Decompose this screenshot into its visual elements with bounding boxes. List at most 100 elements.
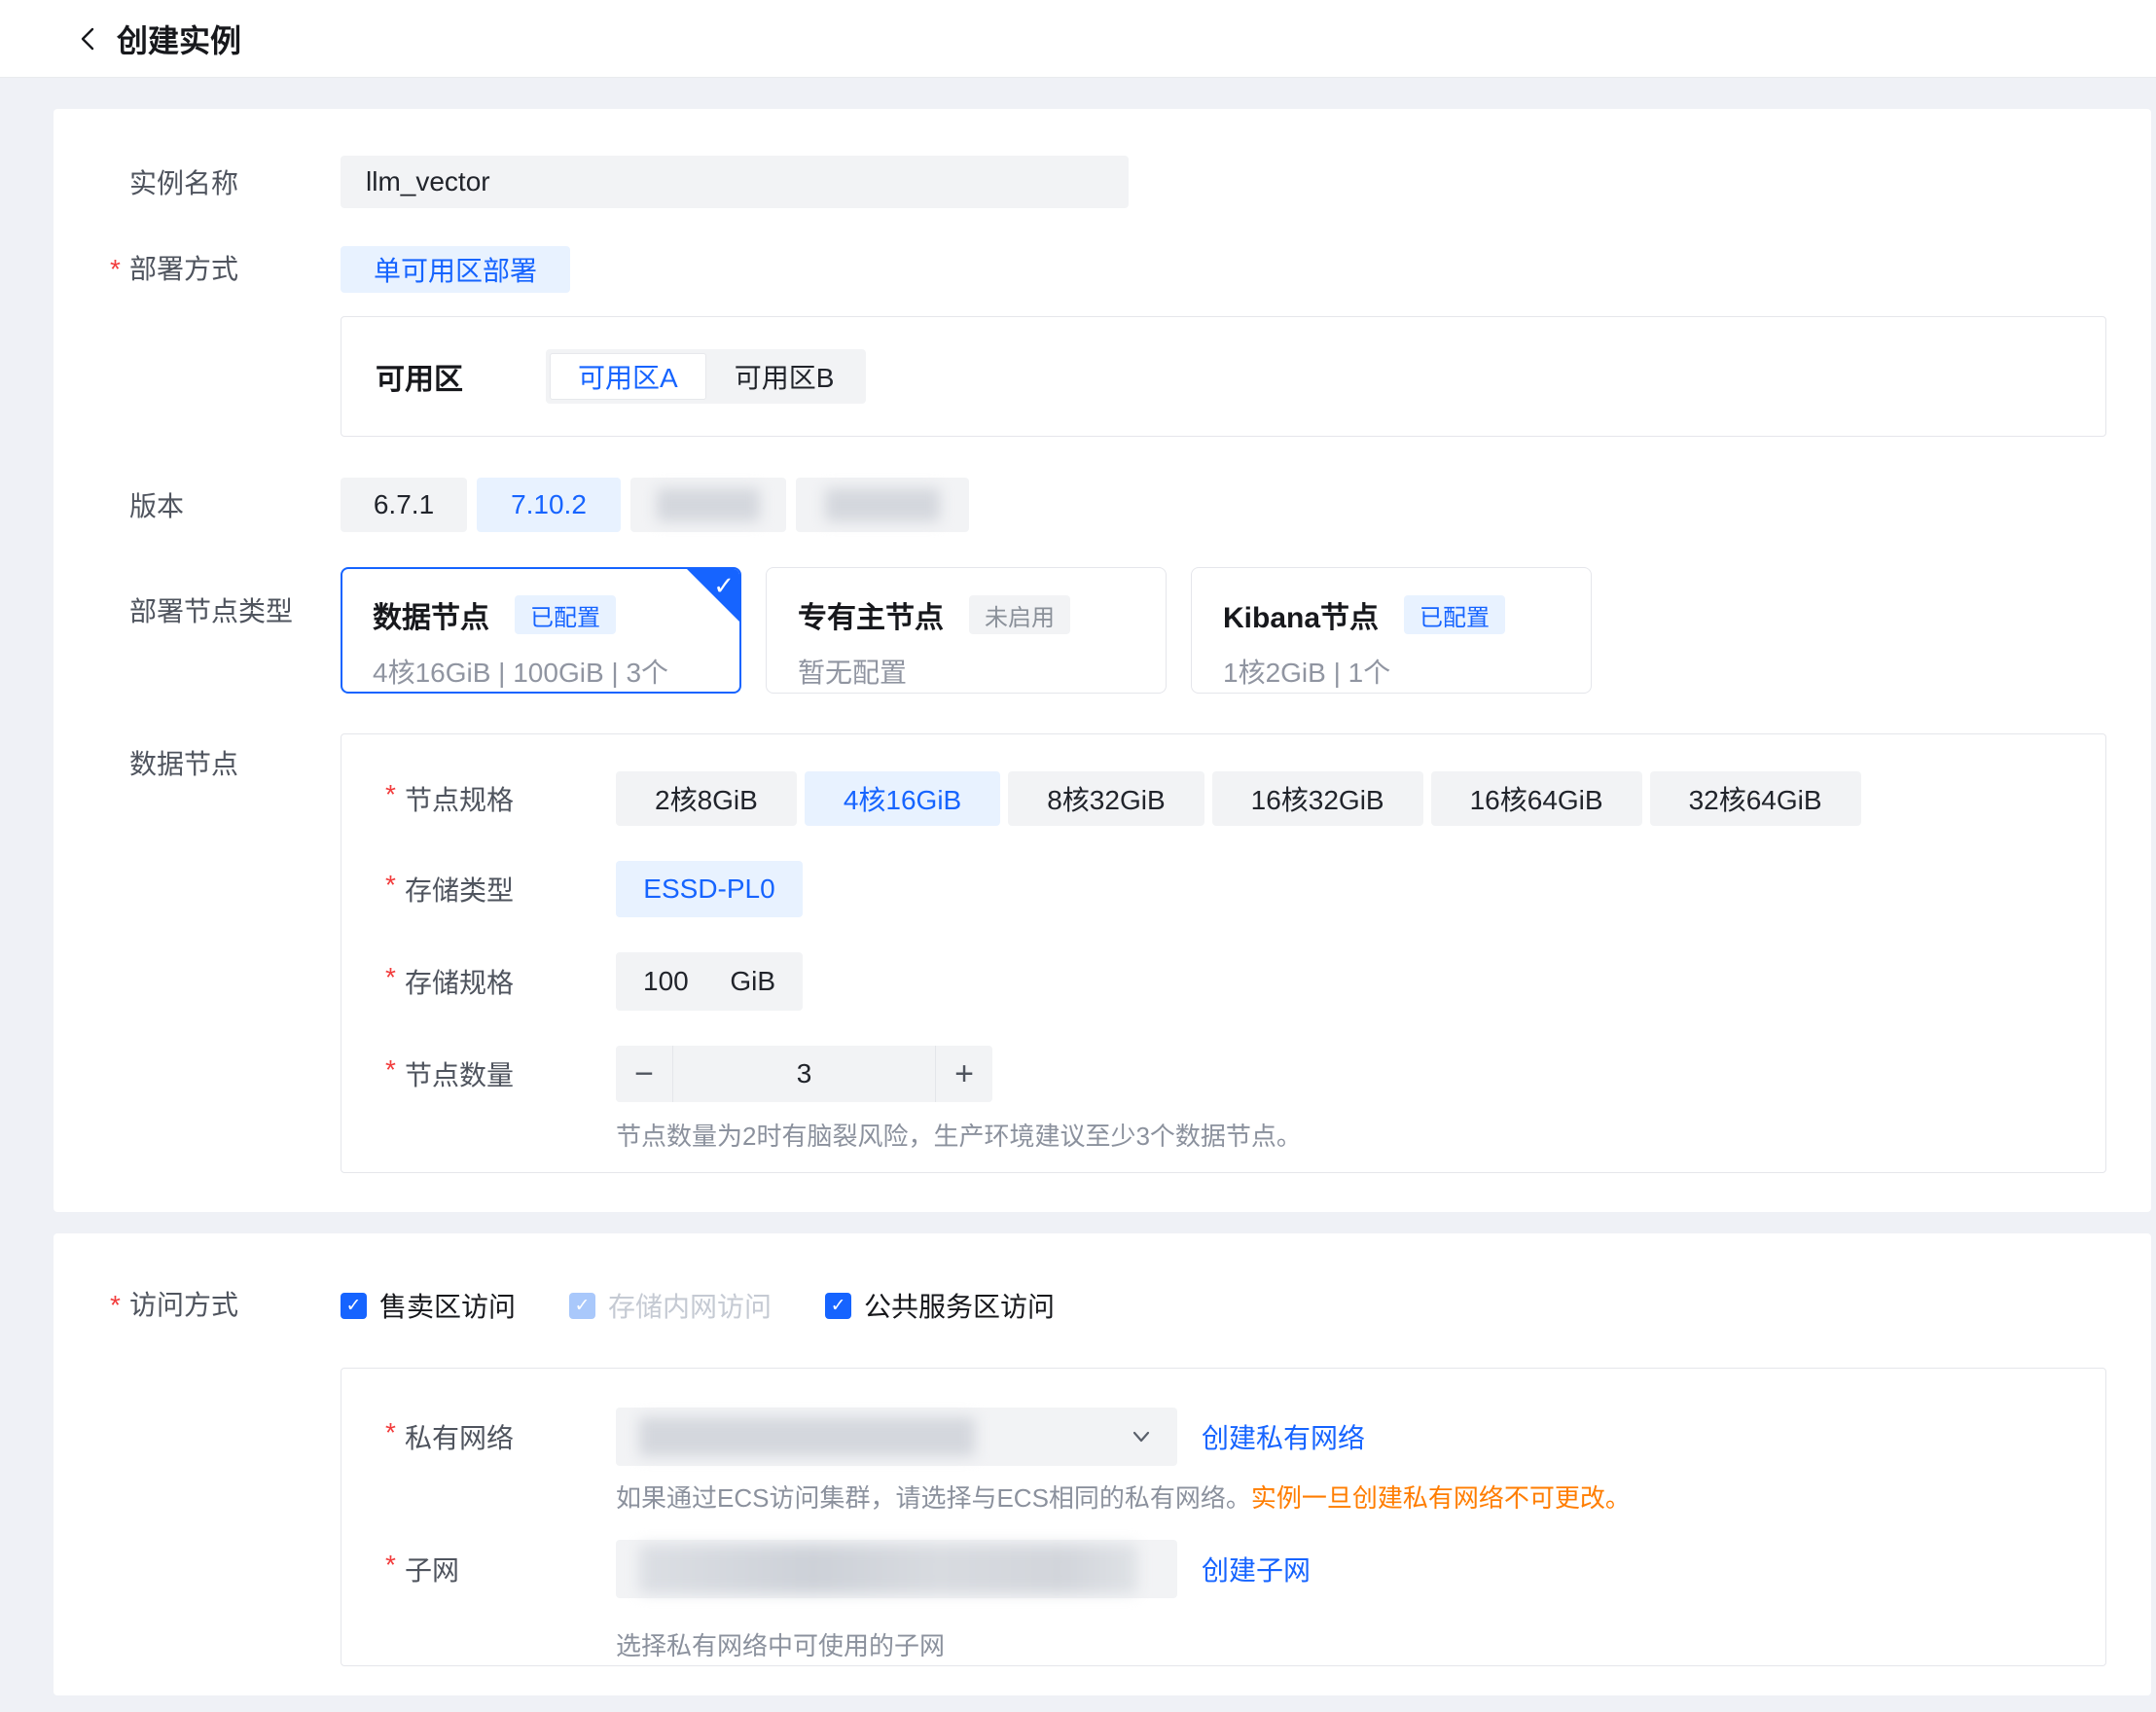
instance-name-row: * 实例名称 xyxy=(54,156,2151,208)
node-card-desc: 4核16GiB | 100GiB | 3个 xyxy=(373,652,739,691)
storage-size-input[interactable]: 100 GiB xyxy=(616,952,803,1011)
node-count-row: * 节点数量 − 3 + xyxy=(385,1046,2105,1102)
storage-size-row: * 存储规格 100 GiB xyxy=(385,952,2105,1011)
check-icon: ✓ xyxy=(713,571,735,601)
checkbox-sale-zone-access[interactable]: ✓ 售卖区访问 xyxy=(341,1286,516,1325)
storage-size-value: 100 xyxy=(643,966,689,997)
vpc-hint: 如果通过ECS访问集群，请选择与ECS相同的私有网络。实例一旦创建私有网络不可更… xyxy=(616,1483,1631,1513)
required-asterisk: * xyxy=(385,1550,405,1588)
plus-icon[interactable]: + xyxy=(936,1046,992,1102)
checkbox-storage-intranet-access-disabled: ✓ 存储内网访问 xyxy=(569,1286,772,1325)
version-label: 版本 xyxy=(129,485,184,524)
node-count-label: 节点数量 xyxy=(405,1054,514,1093)
vpc-row: * 私有网络 创建私有网络 xyxy=(385,1408,2105,1466)
instance-name-label-wrap: * 实例名称 xyxy=(54,162,341,201)
storage-type-label: 存储类型 xyxy=(405,870,514,909)
storage-size-label-wrap: * 存储规格 xyxy=(385,962,616,1001)
az-box: 可用区 可用区A 可用区B xyxy=(341,316,2106,437)
node-card-desc: 1核2GiB | 1个 xyxy=(1223,652,1591,691)
node-spec-label-wrap: * 节点规格 xyxy=(385,779,616,818)
vpc-hint-text: 如果通过ECS访问集群，请选择与ECS相同的私有网络。 xyxy=(616,1483,1251,1513)
required-asterisk: * xyxy=(385,1417,405,1456)
node-card-data[interactable]: 数据节点 已配置 4核16GiB | 100GiB | 3个 ✓ xyxy=(341,567,741,694)
chevron-down-icon xyxy=(1129,1424,1154,1454)
node-spec-row: * 节点规格 2核8GiB 4核16GiB 8核32GiB 16核32GiB 1… xyxy=(385,771,2105,826)
required-asterisk: * xyxy=(385,779,405,818)
node-spec-label: 节点规格 xyxy=(405,779,514,818)
access-mode-label: 访问方式 xyxy=(129,1288,238,1323)
deploy-mode-label: 部署方式 xyxy=(129,246,238,293)
deploy-mode-row: * 部署方式 单可用区部署 可用区 可用区A 可用区B xyxy=(54,246,2151,437)
data-node-label-wrap: * 数据节点 xyxy=(54,733,341,782)
az-label: 可用区 xyxy=(376,355,546,398)
data-node-row: * 数据节点 * 节点规格 2核8GiB 4核16GiB 8核32GiB 16核… xyxy=(54,733,2151,1173)
node-card-title: 专有主节点 xyxy=(798,593,944,636)
checkbox-checked-disabled-icon: ✓ xyxy=(569,1293,595,1319)
checkbox-checked-icon: ✓ xyxy=(341,1293,367,1319)
deploy-mode-single-az-button[interactable]: 单可用区部署 xyxy=(341,246,570,293)
node-card-title: 数据节点 xyxy=(373,593,489,636)
access-mode-label-wrap: * 访问方式 xyxy=(54,1288,341,1323)
node-card-badge: 已配置 xyxy=(1404,595,1505,634)
node-card-desc: 暂无配置 xyxy=(798,652,1166,691)
access-checkbox-group: ✓ 售卖区访问 ✓ 存储内网访问 ✓ 公共服务区访问 xyxy=(341,1288,2151,1323)
node-count-hint: 节点数量为2时有脑裂风险，生产环境建议至少3个数据节点。 xyxy=(616,1122,1302,1151)
redacted-subnet-value xyxy=(639,1545,1137,1593)
version-option-671[interactable]: 6.7.1 xyxy=(341,478,467,532)
node-card-kibana[interactable]: Kibana节点 已配置 1核2GiB | 1个 xyxy=(1191,567,1592,694)
redacted-vpc-value xyxy=(639,1417,975,1456)
redacted-text xyxy=(825,488,939,521)
spec-option-8c32g[interactable]: 8核32GiB xyxy=(1008,771,1204,826)
data-node-label: 数据节点 xyxy=(129,743,238,782)
az-option-b[interactable]: 可用区B xyxy=(706,353,863,400)
minus-icon[interactable]: − xyxy=(616,1046,672,1102)
subnet-select[interactable] xyxy=(616,1540,1177,1598)
storage-size-label: 存储规格 xyxy=(405,962,514,1001)
required-asterisk: * xyxy=(385,870,405,909)
spec-option-16c32g[interactable]: 16核32GiB xyxy=(1212,771,1423,826)
instance-config-card: * 实例名称 * 部署方式 单可用区部署 可用区 可用区A 可用区B xyxy=(54,109,2151,1212)
checkbox-label: 公共服务区访问 xyxy=(864,1286,1055,1325)
spec-option-32c64g[interactable]: 32核64GiB xyxy=(1650,771,1861,826)
node-card-title: Kibana节点 xyxy=(1223,593,1379,636)
checkbox-public-service-zone-access[interactable]: ✓ 公共服务区访问 xyxy=(825,1286,1055,1325)
version-label-wrap: * 版本 xyxy=(54,485,341,524)
access-mode-row: * 访问方式 ✓ 售卖区访问 ✓ 存储内网访问 ✓ 公共服务区访问 xyxy=(54,1288,2151,1666)
spec-option-16c64g[interactable]: 16核64GiB xyxy=(1431,771,1642,826)
create-vpc-link[interactable]: 创建私有网络 xyxy=(1202,1417,1365,1456)
node-count-value: 3 xyxy=(672,1046,936,1102)
checkbox-label: 售卖区访问 xyxy=(379,1286,516,1325)
instance-name-input[interactable] xyxy=(341,156,1129,208)
node-types-row: * 部署节点类型 数据节点 已配置 4核16GiB | 100GiB | 3个 … xyxy=(54,567,2151,694)
subnet-label-wrap: * 子网 xyxy=(385,1550,616,1588)
spec-option-2c8g[interactable]: 2核8GiB xyxy=(616,771,797,826)
required-asterisk: * xyxy=(110,246,129,293)
spec-option-4c16g-selected[interactable]: 4核16GiB xyxy=(805,771,1000,826)
node-card-badge: 已配置 xyxy=(515,595,616,634)
back-icon[interactable] xyxy=(76,19,115,58)
az-option-a[interactable]: 可用区A xyxy=(550,353,706,400)
az-segmented-control: 可用区A 可用区B xyxy=(546,349,866,404)
checkbox-label: 存储内网访问 xyxy=(608,1286,772,1325)
subnet-hint: 选择私有网络中可使用的子网 xyxy=(616,1631,945,1660)
node-card-master[interactable]: 专有主节点 未启用 暂无配置 xyxy=(766,567,1167,694)
redacted-text xyxy=(657,488,760,521)
vpc-select[interactable] xyxy=(616,1408,1177,1466)
vpc-label: 私有网络 xyxy=(405,1417,514,1456)
page-title: 创建实例 xyxy=(117,17,241,61)
vpc-label-wrap: * 私有网络 xyxy=(385,1417,616,1456)
storage-type-label-wrap: * 存储类型 xyxy=(385,870,616,909)
storage-size-unit: GiB xyxy=(730,966,775,997)
create-subnet-link[interactable]: 创建子网 xyxy=(1202,1550,1311,1588)
required-asterisk: * xyxy=(110,1288,129,1323)
version-option-redacted-2[interactable] xyxy=(796,478,969,532)
node-types-label-wrap: * 部署节点类型 xyxy=(54,567,341,629)
page-header: 创建实例 xyxy=(0,0,2156,78)
version-option-redacted-1[interactable] xyxy=(630,478,786,532)
network-config-box: * 私有网络 创建私有网络 如果通过ECS访问集群，请选择与ECS相同的私有网络… xyxy=(341,1368,2106,1666)
node-card-badge: 未启用 xyxy=(969,595,1070,634)
version-row: * 版本 6.7.1 7.10.2 xyxy=(54,478,2151,532)
storage-type-essd-pl0-button[interactable]: ESSD-PL0 xyxy=(616,861,803,917)
version-option-7102-selected[interactable]: 7.10.2 xyxy=(477,478,621,532)
checkbox-checked-icon: ✓ xyxy=(825,1293,851,1319)
